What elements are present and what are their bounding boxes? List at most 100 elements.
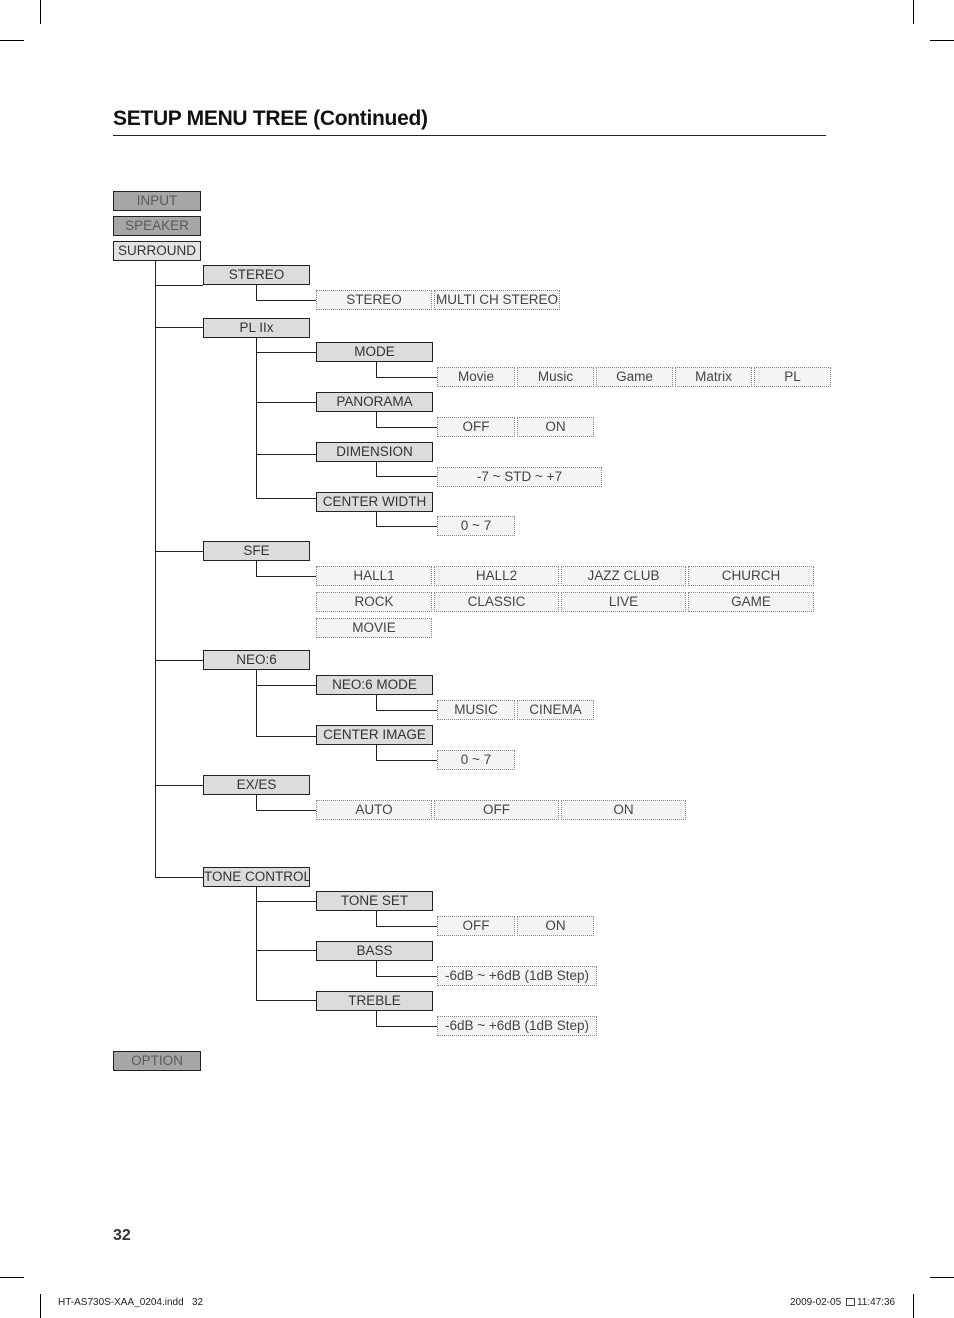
menu-tone-set[interactable]: TONE SET bbox=[316, 891, 433, 911]
menu-option[interactable]: OPTION bbox=[113, 1051, 201, 1071]
tree-line bbox=[155, 551, 203, 552]
menu-center-image[interactable]: CENTER IMAGE bbox=[316, 725, 433, 745]
tree-line bbox=[256, 1000, 316, 1001]
tree-line bbox=[256, 901, 316, 902]
tree-line bbox=[376, 710, 437, 711]
tree-line bbox=[256, 670, 257, 737]
option-hall1[interactable]: HALL1 bbox=[316, 566, 432, 586]
menu-exes[interactable]: EX/ES bbox=[203, 775, 310, 795]
menu-surround[interactable]: SURROUND bbox=[113, 241, 201, 261]
tree-line bbox=[376, 760, 437, 761]
option-off[interactable]: OFF bbox=[437, 417, 515, 437]
placeholder-glyph-icon bbox=[845, 1298, 855, 1307]
tree-line bbox=[376, 362, 377, 378]
option-game[interactable]: Game bbox=[596, 367, 673, 387]
option-pl[interactable]: PL bbox=[754, 367, 831, 387]
tree-line bbox=[376, 695, 377, 711]
tree-line bbox=[376, 1011, 377, 1027]
option-movie-sfe[interactable]: MOVIE bbox=[316, 618, 432, 638]
option-center-width-range[interactable]: 0 ~ 7 bbox=[437, 516, 515, 536]
menu-neo6[interactable]: NEO:6 bbox=[203, 650, 310, 670]
tree-line bbox=[376, 911, 377, 927]
footer-file: HT-AS730S-XAA_0204.indd 32 bbox=[58, 1297, 203, 1308]
menu-sfe[interactable]: SFE bbox=[203, 541, 310, 561]
tree-line bbox=[256, 810, 316, 811]
tree-line bbox=[376, 961, 377, 977]
menu-treble[interactable]: TREBLE bbox=[316, 991, 433, 1011]
crop-mark bbox=[913, 0, 914, 24]
option-music-neo6[interactable]: MUSIC bbox=[437, 700, 515, 720]
option-church[interactable]: CHURCH bbox=[688, 566, 814, 586]
tree-line bbox=[256, 950, 316, 951]
option-on-exes[interactable]: ON bbox=[561, 800, 686, 820]
tree-line bbox=[256, 498, 316, 499]
crop-mark bbox=[930, 1277, 954, 1278]
option-rock[interactable]: ROCK bbox=[316, 592, 432, 612]
option-treble-range[interactable]: -6dB ~ +6dB (1dB Step) bbox=[437, 1016, 597, 1036]
option-stereo[interactable]: STEREO bbox=[316, 290, 432, 310]
option-music[interactable]: Music bbox=[517, 367, 594, 387]
tree-line bbox=[256, 402, 316, 403]
menu-speaker[interactable]: SPEAKER bbox=[113, 216, 201, 236]
tree-line bbox=[376, 926, 437, 927]
crop-mark bbox=[913, 1294, 914, 1318]
tree-line bbox=[155, 285, 203, 286]
tree-line bbox=[256, 736, 316, 737]
tree-line bbox=[376, 427, 437, 428]
menu-pl2x[interactable]: PL IIx bbox=[203, 318, 310, 338]
title-rule bbox=[113, 135, 826, 136]
tree-line bbox=[376, 377, 437, 378]
footer-date: 2009-02-05 bbox=[790, 1297, 842, 1308]
menu-neo6-mode[interactable]: NEO:6 MODE bbox=[316, 675, 433, 695]
menu-mode[interactable]: MODE bbox=[316, 342, 433, 362]
tree-line bbox=[376, 526, 437, 527]
option-jazz-club[interactable]: JAZZ CLUB bbox=[561, 566, 686, 586]
menu-center-width[interactable]: CENTER WIDTH bbox=[316, 492, 433, 512]
menu-input[interactable]: INPUT bbox=[113, 191, 201, 211]
crop-mark bbox=[0, 40, 24, 41]
tree-line bbox=[256, 352, 316, 353]
tree-line bbox=[256, 300, 316, 301]
option-on-tone[interactable]: ON bbox=[517, 916, 594, 936]
option-classic[interactable]: CLASSIC bbox=[434, 592, 559, 612]
tree-line bbox=[376, 512, 377, 527]
tree-line bbox=[155, 327, 203, 328]
tree-line bbox=[256, 454, 316, 455]
option-off-exes[interactable]: OFF bbox=[434, 800, 559, 820]
footer-timestamp: 2009-02-05 11:47:36 bbox=[790, 1297, 895, 1308]
tree-line bbox=[256, 795, 257, 811]
footer-time: 11:47:36 bbox=[856, 1297, 896, 1308]
tree-line bbox=[376, 462, 377, 477]
crop-mark bbox=[930, 40, 954, 41]
crop-mark bbox=[40, 0, 41, 24]
option-on[interactable]: ON bbox=[517, 417, 594, 437]
menu-tone-control[interactable]: TONE CONTROL bbox=[203, 867, 310, 887]
option-bass-range[interactable]: -6dB ~ +6dB (1dB Step) bbox=[437, 966, 597, 986]
menu-dimension[interactable]: DIMENSION bbox=[316, 442, 433, 462]
page-number: 32 bbox=[113, 1227, 131, 1244]
option-center-image-range[interactable]: 0 ~ 7 bbox=[437, 750, 515, 770]
option-multi-ch-stereo[interactable]: MULTI CH STEREO bbox=[434, 290, 560, 310]
footer-file-text: HT-AS730S-XAA_0204.indd 32 bbox=[58, 1297, 204, 1308]
menu-bass[interactable]: BASS bbox=[316, 941, 433, 961]
option-matrix[interactable]: Matrix bbox=[675, 367, 752, 387]
option-dimension-range[interactable]: -7 ~ STD ~ +7 bbox=[437, 467, 602, 487]
tree-line bbox=[256, 338, 257, 499]
option-hall2[interactable]: HALL2 bbox=[434, 566, 559, 586]
tree-line bbox=[256, 887, 257, 1001]
option-movie[interactable]: Movie bbox=[437, 367, 515, 387]
option-live[interactable]: LIVE bbox=[561, 592, 686, 612]
option-cinema[interactable]: CINEMA bbox=[517, 700, 594, 720]
option-off-tone[interactable]: OFF bbox=[437, 916, 515, 936]
option-auto[interactable]: AUTO bbox=[316, 800, 432, 820]
menu-stereo[interactable]: STEREO bbox=[203, 265, 310, 285]
tree-line bbox=[376, 1026, 437, 1027]
crop-mark bbox=[0, 1277, 24, 1278]
option-game-sfe[interactable]: GAME bbox=[688, 592, 814, 612]
crop-mark bbox=[40, 1294, 41, 1318]
tree-line bbox=[256, 576, 316, 577]
tree-line bbox=[155, 660, 203, 661]
tree-line bbox=[376, 412, 377, 428]
menu-panorama[interactable]: PANORAMA bbox=[316, 392, 433, 412]
tree-line bbox=[256, 285, 257, 301]
